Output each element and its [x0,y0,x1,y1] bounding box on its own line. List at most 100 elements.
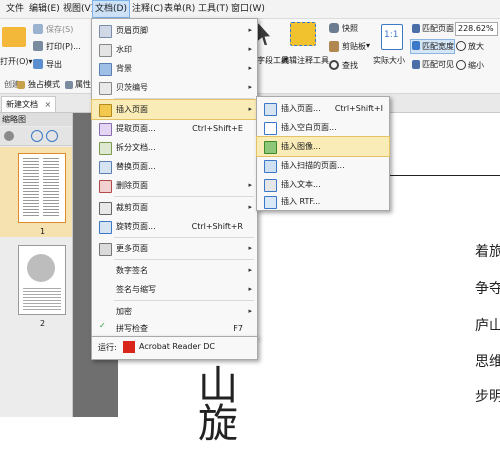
clipboard-button[interactable]: 剪贴板 [342,41,366,52]
zoom-in-icon[interactable] [456,41,466,51]
menu-item-extract-pages[interactable]: 提取页面... Ctrl+Shift+E [92,119,257,138]
run-label: 运行: [98,343,117,352]
submenu-insert-image[interactable]: 插入图像... [256,136,390,157]
menu-file[interactable]: 文件 [4,0,26,18]
menu-item-rotate-pages[interactable]: 旋转页面... Ctrl+Shift+R [92,217,257,236]
thumbnail-header: 缩略图 [0,113,72,126]
page-char-2: 旋 [198,401,238,447]
insert-pages-submenu: 插入页面... Ctrl+Shift+I 插入空白页面... 插入图像... 插… [256,96,390,211]
split-document-icon [99,142,112,155]
fit-visible-icon[interactable] [412,60,420,69]
fit-width-button[interactable]: 匹配宽度 [422,41,454,52]
menu-item-background[interactable]: 背景 ▸ [92,59,257,78]
insert-page-icon [264,103,277,116]
actual-size-button[interactable]: 实际大小 [373,55,405,66]
watermark-icon [99,44,112,57]
page-text-5: 步明 [475,389,500,405]
thumb-text-lines [23,158,39,216]
annotation-tool-icon[interactable] [290,22,316,46]
menu-item-delete-pages[interactable]: 删除页面 ▸ [92,176,257,195]
menu-item-header-footer[interactable]: 页眉页脚 ▸ [92,21,257,40]
page-text-2: 争夺 [475,281,500,297]
print-button[interactable]: 打印(P)... [46,41,81,52]
zoom-select[interactable]: 228.62% [455,22,498,36]
save-button[interactable]: 保存(S) [46,24,73,35]
tab-close-icon[interactable]: × [45,100,52,109]
zoom-value: 228.62% [458,24,494,33]
snapshot-icon[interactable] [329,23,339,33]
print-icon[interactable] [33,41,43,51]
open-button-label[interactable]: 打开(O)▾ [0,56,33,67]
menu-window[interactable]: 窗口(W) [229,0,267,18]
extract-pages-icon [99,123,112,136]
gear-icon[interactable] [4,131,14,141]
zoom-out-thumb-icon[interactable] [31,130,43,142]
save-icon[interactable] [33,24,43,34]
menu-document[interactable]: 文档(D) [92,0,130,18]
zoom-out-icon[interactable] [456,60,466,70]
rotate-pages-icon [99,221,112,234]
menu-item-digital-signature[interactable]: 数字签名 ▸ [92,261,257,280]
exclusive-mode-button[interactable]: 独占模式 [28,79,60,90]
crop-pages-icon [99,202,112,215]
snapshot-button[interactable]: 快照 [342,23,358,34]
menu-item-sign-initials[interactable]: 签名与缩写 ▸ [92,280,257,299]
thumbnail-page-2-number: 2 [40,319,46,328]
annotation-tool-button[interactable]: 编辑注释工具 [281,55,329,66]
export-button[interactable]: 导出 [46,59,62,70]
more-pages-icon [99,243,112,256]
blank-page-icon [264,122,277,135]
cursor-tool-icon[interactable] [258,23,270,45]
menu-item-bates-numbering[interactable]: 贝茨编号 ▸ [92,78,257,97]
menu-separator [114,259,254,260]
page-text-3: 庐山 [475,318,500,334]
insert-text-icon [264,179,277,192]
submenu-insert-rtf[interactable]: 插入 RTF... [257,192,389,211]
menu-tools[interactable]: 工具(T) [196,0,231,18]
zoom-out-button[interactable]: 缩小 [468,60,484,71]
export-icon[interactable] [33,59,43,69]
submenu-insert-blank-page[interactable]: 插入空白页面... [257,118,389,137]
open-folder-icon[interactable] [2,27,26,47]
fit-page-icon[interactable] [412,24,420,33]
delete-pages-icon [99,180,112,193]
menu-item-replace-pages[interactable]: 替换页面... [92,157,257,176]
menu-view[interactable]: 视图(V) [61,0,96,18]
fit-page-button[interactable]: 匹配页面 [422,23,454,34]
fit-width-icon[interactable] [412,41,420,50]
scanner-icon [264,160,277,173]
thumbnail-title: 缩略图 [2,115,26,124]
clipboard-dropdown-icon[interactable]: ▾ [366,41,370,50]
menu-separator [114,237,254,238]
bates-icon [99,82,112,95]
menu-item-crop-pages[interactable]: 裁剪页面 ▸ [92,198,257,217]
page-text-1: 着旅 [475,244,500,260]
menu-item-more-pages[interactable]: 更多页面 ▸ [92,239,257,258]
menu-item-split-document[interactable]: 拆分文档... [92,138,257,157]
menu-form[interactable]: 表单(R) [162,0,197,18]
run-acrobat-item[interactable]: Acrobat Reader DC [139,342,215,351]
thumbnail-page-1-number: 1 [40,227,46,236]
tab-new-document[interactable]: 新建文档 × [1,96,57,112]
menu-edit[interactable]: 编辑(E) [27,0,62,18]
submenu-insert-page[interactable]: 插入页面... Ctrl+Shift+I [257,99,389,118]
thumb-image [27,254,55,282]
thumb-text-lines [23,288,61,310]
spell-check-icon: ✓ [99,321,106,330]
submenu-insert-scanned-page[interactable]: 插入扫描的页面... [257,156,389,175]
exclusive-mode-icon[interactable] [17,81,25,89]
zoom-in-button[interactable]: 放大 [468,41,484,52]
fit-visible-button[interactable]: 匹配可见 [422,59,454,70]
zoom-in-thumb-icon[interactable] [46,130,58,142]
thumbnail-page-1[interactable] [18,153,66,223]
menu-item-watermark[interactable]: 水印 ▸ [92,40,257,59]
thumbnail-page-2[interactable] [18,245,66,315]
menu-item-insert-pages[interactable]: 插入页面 ▸ [91,99,258,120]
menu-comment[interactable]: 注释(C) [130,0,165,18]
properties-icon[interactable] [65,81,73,89]
find-icon[interactable] [329,60,339,70]
find-button[interactable]: 查找 [342,60,358,71]
clipboard-icon[interactable] [329,41,339,52]
insert-rtf-icon [264,196,277,209]
tab-label: 新建文档 [6,100,38,109]
